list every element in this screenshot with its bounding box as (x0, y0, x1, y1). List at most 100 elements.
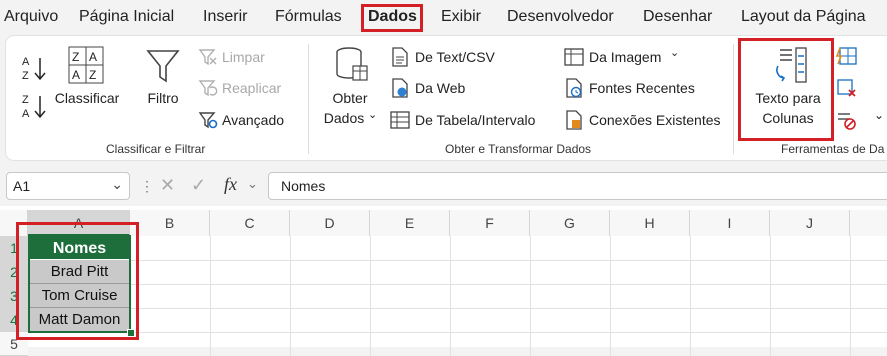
gridline (28, 284, 887, 285)
column-header-h[interactable]: H (610, 210, 690, 236)
group-separator (308, 44, 309, 154)
row-header-3[interactable]: 3 (0, 284, 28, 308)
fill-handle[interactable] (127, 329, 135, 337)
cell-a1[interactable]: Nomes (29, 236, 130, 260)
sort-ascending-icon[interactable]: A Z (20, 54, 50, 82)
column-header-i[interactable]: I (690, 210, 770, 236)
tab-formulas[interactable]: Fórmulas (275, 8, 342, 26)
column-header-c[interactable]: C (210, 210, 290, 236)
gridline (770, 236, 771, 356)
connections-icon (566, 110, 582, 130)
name-box-value: A1 (13, 178, 31, 194)
more-options-icon[interactable]: ⋮ (140, 178, 155, 195)
sort-button[interactable]: Classificar (50, 88, 124, 108)
text-to-columns-label-2[interactable]: Colunas (748, 108, 828, 128)
svg-text:A: A (89, 50, 97, 64)
menu-bar: Arquivo Página Inicial Inserir Fórmulas … (0, 0, 887, 36)
filter-icon (146, 50, 180, 83)
clear-button[interactable]: Limpar (222, 49, 265, 65)
svg-text:Z: Z (22, 94, 29, 106)
recent-sources-icon (566, 78, 582, 98)
reapply-filter-icon (198, 80, 218, 97)
sort-dialog-icon: Z A A Z (68, 46, 104, 84)
text-to-columns-label-1[interactable]: Texto para (748, 88, 828, 108)
get-data-label-1[interactable]: Obter (320, 88, 380, 108)
gridline (210, 236, 211, 356)
table-icon (390, 111, 410, 129)
tab-layout-pagina[interactable]: Layout da Página (741, 8, 866, 26)
column-header-b[interactable]: B (130, 210, 210, 236)
data-validation-icon[interactable] (836, 110, 858, 130)
formula-input[interactable]: Nomes (268, 172, 887, 200)
sort-descending-icon[interactable]: Z A (20, 92, 50, 120)
tab-desenvolvedor[interactable]: Desenvolvedor (507, 8, 614, 26)
chevron-down-icon[interactable]: ⌄ (368, 108, 377, 121)
remove-duplicates-icon[interactable] (836, 78, 858, 98)
row-header-5[interactable]: 5 (0, 332, 28, 356)
from-table-button[interactable]: De Tabela/Intervalo (415, 112, 535, 128)
advanced-filter-icon (198, 112, 218, 129)
formula-bar: A1 ⌄ ⋮ ✕ ✓ fx ⌄ Nomes (0, 168, 887, 206)
column-header-j[interactable]: J (770, 210, 850, 236)
cell-a3[interactable]: Tom Cruise (29, 284, 130, 308)
from-image-button[interactable]: Da Imagem (589, 49, 661, 65)
recent-sources-button[interactable]: Fontes Recentes (589, 80, 695, 96)
insert-function-icon[interactable]: fx (224, 174, 237, 195)
group-separator (733, 44, 734, 154)
group-label-sort-filter: Classificar e Filtrar (106, 142, 206, 156)
column-header-partial[interactable] (850, 210, 887, 236)
cancel-icon[interactable]: ✕ (160, 175, 175, 196)
reapply-button[interactable]: Reaplicar (222, 80, 281, 96)
tab-arquivo[interactable]: Arquivo (4, 8, 58, 26)
gridline (290, 236, 291, 356)
enter-icon[interactable]: ✓ (191, 175, 206, 196)
formula-value: Nomes (281, 178, 326, 194)
filter-button[interactable]: Filtro (138, 88, 188, 108)
row-header-1[interactable]: 1 (0, 236, 28, 260)
chevron-down-icon[interactable]: ⌄ (111, 176, 123, 193)
gridline (450, 236, 451, 356)
flash-fill-icon[interactable] (836, 46, 858, 66)
gridline (610, 236, 611, 356)
gridline (28, 260, 887, 261)
column-header-g[interactable]: G (530, 210, 610, 236)
tab-pagina-inicial[interactable]: Página Inicial (79, 8, 174, 26)
text-csv-icon (392, 47, 408, 67)
advanced-button[interactable]: Avançado (222, 112, 284, 128)
gridline (28, 332, 887, 333)
column-header-e[interactable]: E (370, 210, 450, 236)
chevron-down-icon[interactable]: ⌄ (670, 46, 679, 59)
cell-a2[interactable]: Brad Pitt (29, 260, 130, 284)
svg-text:A: A (22, 108, 30, 120)
tab-exibir[interactable]: Exibir (441, 8, 481, 26)
svg-text:Z: Z (72, 50, 79, 64)
select-all-corner[interactable] (0, 210, 28, 236)
from-web-button[interactable]: Da Web (415, 80, 465, 96)
column-header-d[interactable]: D (290, 210, 370, 236)
name-box[interactable]: A1 ⌄ (6, 172, 130, 200)
column-header-f[interactable]: F (450, 210, 530, 236)
tab-inserir[interactable]: Inserir (203, 8, 247, 26)
from-text-csv-button[interactable]: De Text/CSV (415, 49, 495, 65)
row-header-2[interactable]: 2 (0, 260, 28, 284)
tab-dados[interactable]: Dados (368, 8, 417, 32)
web-icon (392, 78, 408, 98)
svg-text:A: A (72, 68, 80, 82)
text-to-columns-icon (776, 47, 807, 83)
chevron-down-icon[interactable]: ⌄ (247, 176, 258, 192)
cell-a4[interactable]: Matt Damon (29, 308, 130, 332)
ribbon: A Z Z A Z A A Z Classificar Filtro Limpa… (6, 36, 887, 160)
gridline (690, 236, 691, 356)
svg-text:Z: Z (22, 70, 29, 82)
get-data-label-2[interactable]: Dados (316, 108, 372, 128)
svg-text:Z: Z (89, 68, 96, 82)
group-label-get-transform: Obter e Transformar Dados (445, 142, 592, 156)
image-icon (564, 48, 584, 66)
database-icon (336, 47, 368, 81)
clear-filter-icon (198, 49, 217, 66)
row-header-4[interactable]: 4 (0, 308, 28, 332)
column-header-a[interactable]: A (28, 210, 130, 236)
existing-connections-button[interactable]: Conexões Existentes (589, 112, 721, 128)
tab-desenhar[interactable]: Desenhar (643, 8, 712, 26)
chevron-down-icon[interactable]: ⌄ (874, 108, 884, 122)
